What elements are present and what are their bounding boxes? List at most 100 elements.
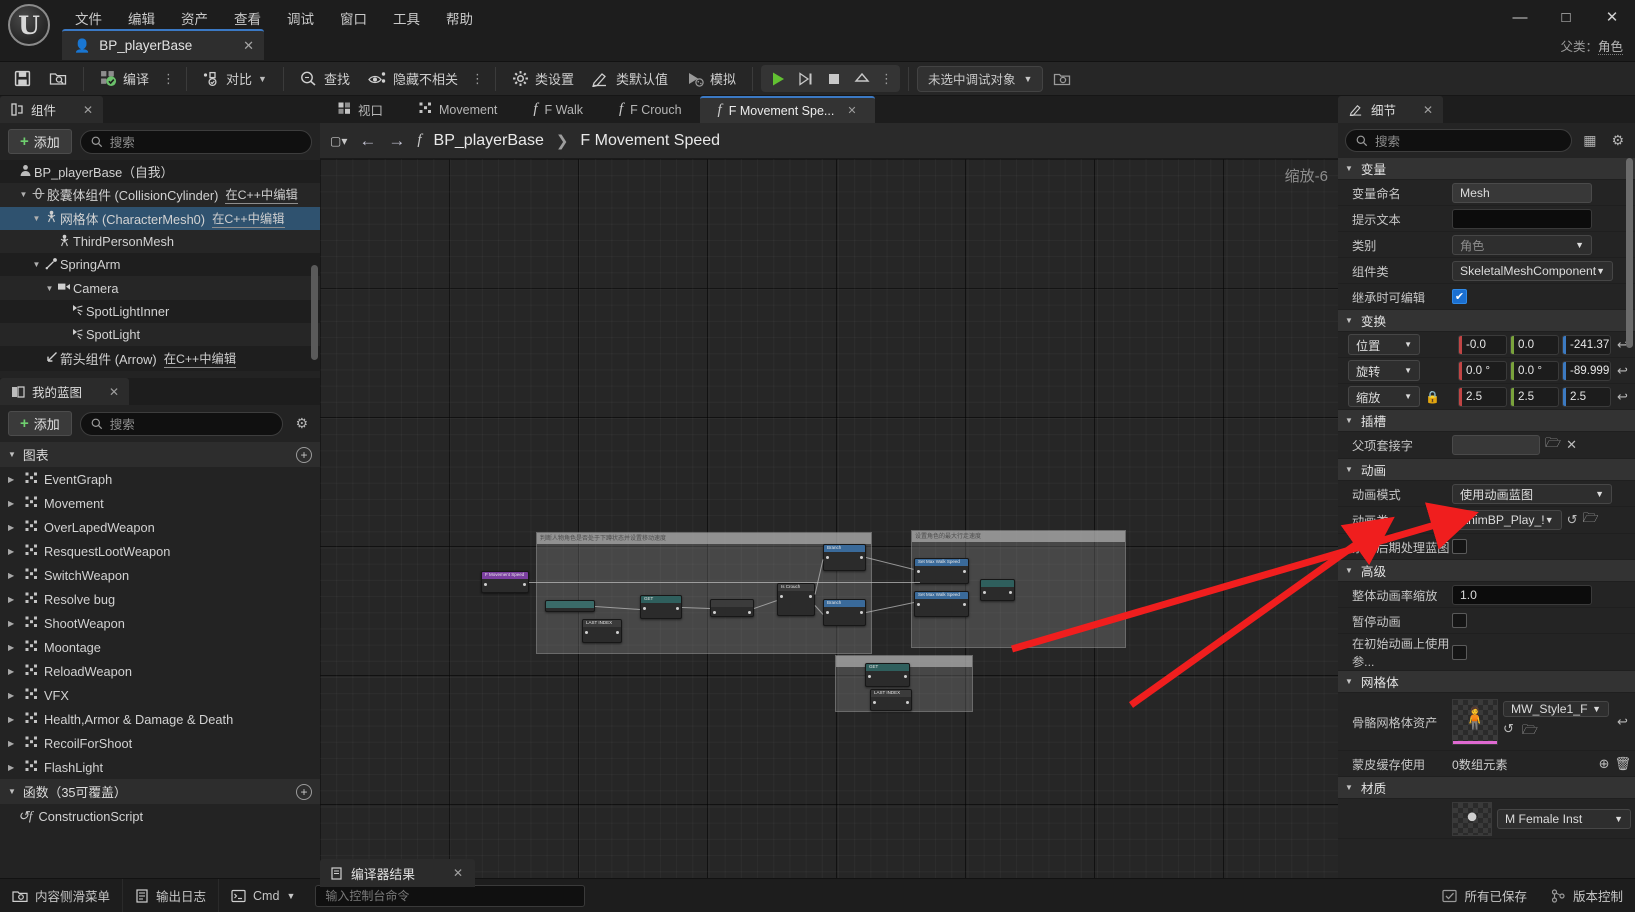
graph-tab-movement[interactable]: Movement [401,96,515,123]
diff-button[interactable]: 对比 ▼ [195,65,275,93]
function-list[interactable]: ↺f ConstructionScript [0,804,320,828]
graph-list-item[interactable]: ▶ OverLapedWeapon [0,515,320,539]
class-settings-button[interactable]: 类设置 [504,65,582,93]
revert-icon[interactable]: ↩ [1614,389,1631,405]
graph-list-item[interactable]: ▶ Resolve bug [0,587,320,611]
menu-item-view[interactable]: 查看 [221,4,274,32]
graph-tab-f-movement-spe-[interactable]: f F Movement Spe... ✕ [699,96,875,123]
graph-node[interactable]: LAST INDEX [582,619,622,643]
numeric-field[interactable]: 0.0 ° [1510,360,1559,381]
step-button[interactable] [793,67,819,90]
add-array-element-icon[interactable]: ⊕ [1599,756,1610,772]
graph-node[interactable]: Is Crouch [777,583,815,616]
text-input[interactable]: 1.0 [1452,584,1592,605]
close-button[interactable]: ✕ [1589,0,1635,34]
graph-list-item[interactable]: ▶ EventGraph [0,467,320,491]
simulate-button[interactable]: 模拟 [678,65,744,93]
clear-socket-icon[interactable]: ✕ [1566,437,1577,453]
edit-in-cpp-link[interactable]: 在C++中编辑 [212,209,285,228]
menu-item-help[interactable]: 帮助 [433,4,486,32]
expand-triangle-icon[interactable]: ▶ [8,571,19,580]
details-search-input[interactable]: 搜索 [1345,129,1573,152]
tab-components[interactable]: 组件 ✕ [0,96,104,123]
details-tab-close-icon[interactable]: ✕ [1423,103,1433,117]
my-blueprint-settings-gear-icon[interactable]: ⚙ [291,415,312,432]
transform-axis-dropdown[interactable]: 位置 ▼ [1348,334,1420,355]
expand-triangle-icon[interactable]: ▼ [43,284,56,293]
hide-unrelated-button[interactable]: 隐藏不相关 [360,65,466,93]
browse-to-asset-button[interactable] [41,65,75,93]
transform-axis-dropdown[interactable]: 旋转 ▼ [1348,360,1420,381]
details-category-插槽[interactable]: ▼ 插槽 [1338,410,1635,432]
minimize-button[interactable]: — [1497,0,1543,34]
numeric-field[interactable]: 0.0 ° [1458,360,1507,381]
component-tree-row[interactable]: SpotLight [0,323,320,347]
nav-back-button[interactable]: ← [359,131,376,151]
category-dropdown[interactable]: 角色 ▼ [1452,234,1592,255]
hide-unrelated-kebab[interactable]: ⋮ [468,72,487,85]
browse-asset-icon[interactable]: 🗁 [1583,509,1599,531]
bookmark-dropdown-icon[interactable]: ▢▾ [330,134,347,148]
maximize-button[interactable]: □ [1543,0,1589,34]
details-category-变量[interactable]: ▼ 变量 [1338,158,1635,180]
graph-node[interactable]: F Movement Speed [481,571,529,593]
value-dropdown[interactable]: SkeletalMeshComponent ▼ [1452,260,1614,281]
graph-canvas[interactable]: 缩放-6 蓝图 判断人物角色是否处于下蹲状态并设置移动速度设置角色的最大行走速度… [320,159,1338,878]
graph-node[interactable]: GET [640,595,682,619]
browse-asset-icon[interactable]: 🗁 [1522,721,1538,743]
parent-class-link[interactable]: 角色 [1597,40,1623,55]
graph-tab-视口[interactable]: 视口 [320,96,401,123]
component-tree-row[interactable]: 箭头组件 (Arrow) 在C++中编辑 [0,346,320,369]
graph-node[interactable]: Set Max Walk Speed [914,591,969,617]
asset-tab-bp-playerbase[interactable]: 👤 BP_playerBase ✕ [62,29,264,60]
debug-object-selector[interactable]: 未选中调试对象 ▼ [917,65,1044,92]
graph-node[interactable]: GET [865,663,910,687]
browse-back-icon[interactable]: ↺ [1567,512,1578,528]
material-thumbnail[interactable]: ● [1452,801,1492,836]
components-tree-scrollbar[interactable] [311,265,318,360]
menu-item-file[interactable]: 文件 [62,4,115,32]
socket-input[interactable] [1452,435,1540,455]
menu-item-edit[interactable]: 编辑 [115,4,168,32]
graph-list-item[interactable]: ▶ RecoilForShoot [0,731,320,755]
numeric-field[interactable]: -89.999 [1562,360,1611,381]
expand-triangle-icon[interactable]: ▶ [8,619,19,628]
graph-node[interactable] [545,600,595,612]
graph-list-item[interactable]: ▶ ResquestLootWeapon [0,539,320,563]
graph-node[interactable]: Branch [823,599,866,626]
edit-in-cpp-link[interactable]: 在C++中编辑 [163,349,237,368]
checkbox[interactable] [1452,539,1467,554]
revert-icon[interactable]: ↩ [1614,714,1631,730]
debug-browse-button[interactable] [1045,65,1079,93]
components-tree[interactable]: BP_playerBase（自我） ▼ 胶囊体组件 (CollisionCylind… [0,160,320,371]
browse-back-icon[interactable]: ↺ [1503,721,1514,743]
menu-item-debug[interactable]: 调试 [274,4,327,32]
checkbox[interactable]: ✔ [1452,289,1467,304]
text-input[interactable]: Mesh [1452,182,1592,203]
expand-triangle-icon[interactable]: ▶ [8,595,19,604]
play-button[interactable] [765,67,791,90]
add-graph-icon[interactable]: + [296,446,312,463]
graph-list-item[interactable]: ▶ Movement [0,491,320,515]
graph-node[interactable]: Branch [823,544,866,571]
find-button[interactable]: 查找 [292,65,358,93]
add-function-icon[interactable]: + [296,783,312,800]
expand-triangle-icon[interactable]: ▶ [8,691,19,700]
numeric-field[interactable]: 0.0 [1510,334,1559,355]
details-category-材质[interactable]: ▼ 材质 [1338,777,1635,799]
mesh-thumbnail[interactable]: 🧍 [1452,698,1498,745]
details-category-动画[interactable]: ▼ 动画 [1338,459,1635,481]
menu-item-tools[interactable]: 工具 [380,4,433,32]
compile-options-kebab[interactable]: ⋮ [159,72,178,85]
nav-forward-button[interactable]: → [388,131,405,151]
details-settings-gear-icon[interactable]: ⚙ [1607,132,1628,149]
tab-details[interactable]: 细节 ✕ [1338,96,1444,123]
details-scrollbar[interactable] [1626,158,1633,348]
save-button[interactable] [6,65,39,93]
details-columns-icon[interactable]: ▦ [1579,132,1600,149]
graph-tab-close-icon[interactable]: ✕ [847,104,856,117]
all-saved-indicator[interactable]: 所有已保存 [1430,879,1539,912]
expand-triangle-icon[interactable]: ▶ [8,715,19,724]
component-tree-row[interactable]: ▼ SpringArm [0,253,320,276]
graphs-section-header[interactable]: ▼ 图表 + [0,442,320,467]
